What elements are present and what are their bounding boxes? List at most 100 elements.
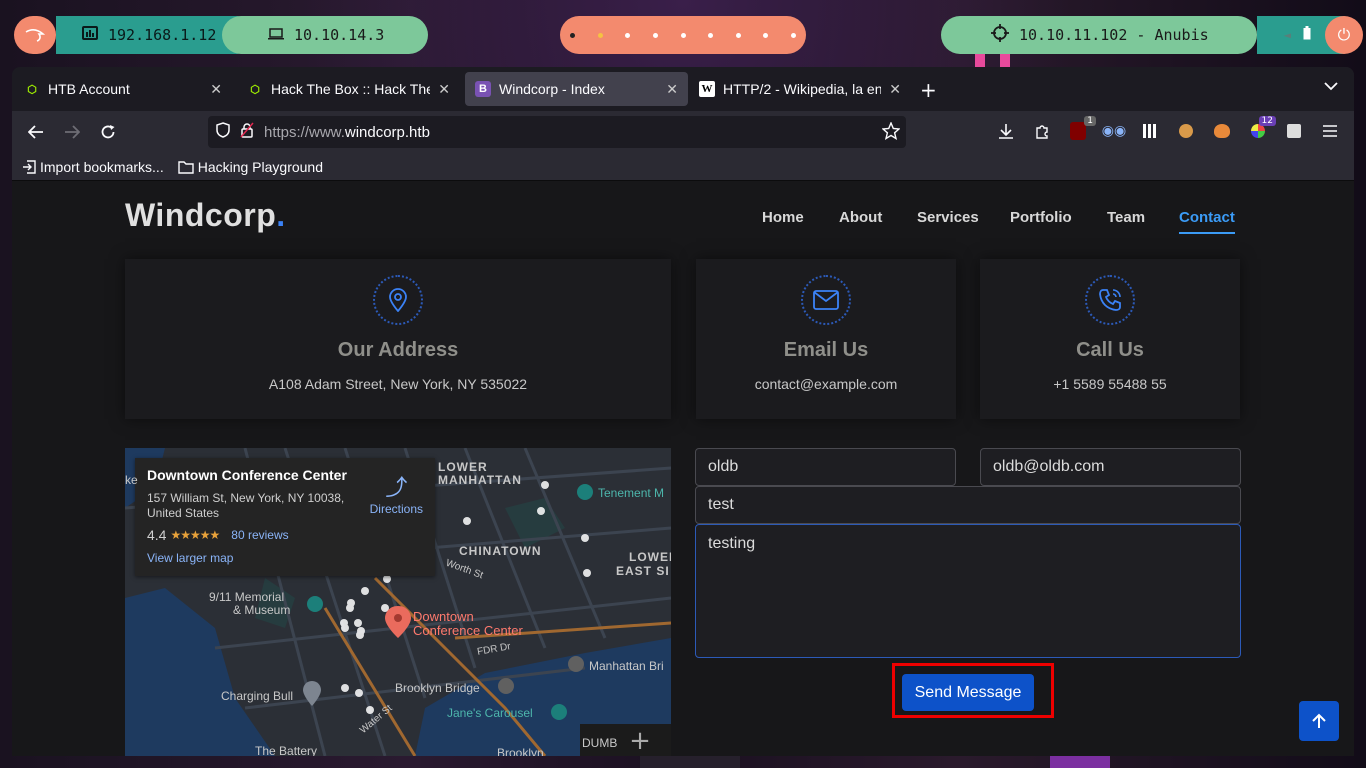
google-map[interactable]: Downtown Conference Center 157 William S… (125, 448, 671, 756)
tab-bar: ⬡ HTB Account ✕ ⬡ Hack The Box :: Hack T… (12, 67, 1354, 111)
hacktools-button[interactable] (1284, 121, 1304, 141)
map-label: MANHATTAN (438, 473, 522, 487)
email-field[interactable]: oldb@oldb.com (980, 448, 1241, 486)
nav-portfolio[interactable]: Portfolio (1010, 209, 1072, 226)
close-icon[interactable]: ✕ (438, 81, 450, 98)
new-tab-button[interactable]: + (920, 78, 937, 102)
directions-icon: ⤴ (385, 475, 408, 500)
list-all-tabs-button[interactable] (1324, 79, 1338, 95)
kali-menu-button[interactable] (14, 16, 56, 54)
map-label: Manhattan Bri (589, 659, 664, 673)
bookmark-label: Import bookmarks... (40, 158, 164, 175)
rating-value: 4.4 (147, 527, 167, 543)
zoom-in-button[interactable]: + (625, 726, 655, 756)
send-message-button[interactable]: Send Message (902, 674, 1034, 711)
tab-http2-wikipedia[interactable]: W HTTP/2 - Wikipedia, la en ✕ (689, 72, 911, 106)
workspace-switcher[interactable] (560, 16, 806, 54)
battery-icon[interactable] (1303, 26, 1311, 44)
power-button[interactable]: ⏻ (1325, 16, 1363, 54)
message-textarea[interactable]: testing (695, 524, 1241, 658)
extensions-button[interactable] (1032, 121, 1052, 141)
download-icon (999, 124, 1013, 139)
tab-windcorp-index[interactable]: B Windcorp - Index ✕ (465, 72, 688, 106)
site-logo[interactable]: Windcorp. (125, 197, 286, 234)
workspace-5[interactable] (680, 32, 686, 38)
target-widget[interactable]: 10.10.11.102 - Anubis (941, 16, 1257, 54)
map-rating: 4.4 ★★★★★ 80 reviews (147, 527, 423, 543)
downloads-button[interactable] (996, 121, 1016, 141)
shield-icon[interactable] (216, 122, 230, 142)
qr-code-button[interactable] (1140, 121, 1160, 141)
app-menu-button[interactable] (1320, 121, 1340, 141)
map-pin-icon (373, 275, 423, 325)
url-text[interactable]: https://www. windcorp.htb (264, 124, 430, 141)
foxyproxy-button[interactable] (1212, 121, 1232, 141)
hacking-playground-folder[interactable]: Hacking Playground (178, 159, 323, 175)
bookmark-label: Hacking Playground (197, 158, 323, 175)
arrow-left-icon (28, 125, 43, 139)
workspace-3[interactable] (625, 32, 631, 38)
wallpaper-neon-bottom (1050, 756, 1110, 768)
view-larger-map-link[interactable]: View larger map (147, 551, 423, 565)
cookie-editor-button[interactable] (1176, 121, 1196, 141)
card-text: +1 5589 55488 55 (1053, 376, 1167, 392)
map-label: The Battery (255, 744, 318, 756)
workspace-1[interactable] (570, 32, 575, 38)
back-button[interactable] (24, 120, 48, 144)
colorzilla-button[interactable]: 12 (1248, 116, 1276, 141)
workspace-4[interactable] (652, 32, 658, 38)
tab-htb-account[interactable]: ⬡ HTB Account ✕ (14, 72, 232, 106)
fox-icon (1214, 124, 1230, 138)
tab-label: HTB Account (48, 81, 130, 97)
vpn-ip-widget[interactable]: 10.10.14.3 (222, 16, 428, 54)
map-place-card: Downtown Conference Center 157 William S… (135, 458, 435, 576)
back-to-top-button[interactable] (1299, 701, 1339, 741)
reload-button[interactable] (96, 120, 120, 144)
tab-label: HTTP/2 - Wikipedia, la en (723, 81, 882, 97)
map-label: CHINATOWN (459, 544, 542, 558)
workspace-9[interactable] (791, 32, 796, 38)
name-field[interactable]: oldb (695, 448, 956, 486)
directions-button[interactable]: ⤴ Directions (370, 470, 423, 516)
address-card: Our Address A108 Adam Street, New York, … (125, 259, 671, 419)
workspace-6[interactable] (708, 32, 714, 38)
map-label: Charging Bull (221, 689, 294, 703)
subject-field[interactable]: test (695, 486, 1241, 524)
vpn-ip-text: 10.10.14.3 (294, 26, 385, 44)
close-icon[interactable]: ✕ (210, 81, 222, 98)
star-bookmark-icon[interactable] (881, 121, 901, 144)
tab-hack-the-box[interactable]: ⬡ Hack The Box :: Hack The ✕ (237, 72, 460, 106)
close-icon[interactable]: ✕ (666, 81, 678, 98)
wappalyzer-button[interactable]: ◉◉ (1102, 121, 1126, 141)
email-card: Email Us contact@example.com (696, 259, 956, 419)
nav-about[interactable]: About (839, 209, 882, 226)
url-prefix: https://www. (264, 123, 345, 141)
forward-button[interactable] (60, 120, 84, 144)
workspace-8[interactable] (763, 32, 769, 38)
volume-muted-icon[interactable]: ◄ (1284, 28, 1291, 42)
reviews-link[interactable]: 80 reviews (231, 528, 288, 542)
nav-contact[interactable]: Contact (1179, 209, 1235, 234)
map-label: LOWER (629, 550, 671, 564)
directions-label: Directions (369, 502, 423, 516)
nav-services[interactable]: Services (917, 209, 979, 226)
lock-icon[interactable] (240, 122, 254, 142)
target-text: 10.10.11.102 - Anubis (1019, 26, 1209, 44)
workspace-2[interactable] (597, 32, 603, 38)
map-label: 9/11 Memorial (209, 590, 285, 604)
map-label: Jane's Carousel (447, 706, 533, 720)
import-bookmarks-item[interactable]: Import bookmarks... (22, 159, 164, 175)
map-label: DUMB (582, 736, 618, 750)
nav-team[interactable]: Team (1107, 209, 1145, 226)
tab-label: Hack The Box :: Hack The (271, 81, 431, 97)
ublock-origin-button[interactable]: 1 (1068, 116, 1096, 141)
hamburger-menu-icon (1323, 125, 1337, 137)
workspace-7[interactable] (735, 32, 741, 38)
star-rating-icon: ★★★★★ (170, 528, 220, 542)
url-bar[interactable]: https://www. windcorp.htb (208, 116, 906, 148)
logo-dot: . (276, 197, 286, 233)
nav-home[interactable]: Home (762, 209, 804, 226)
logo-text: Windcorp (125, 197, 277, 233)
close-icon[interactable]: ✕ (889, 81, 901, 98)
laptop-icon (268, 26, 284, 44)
